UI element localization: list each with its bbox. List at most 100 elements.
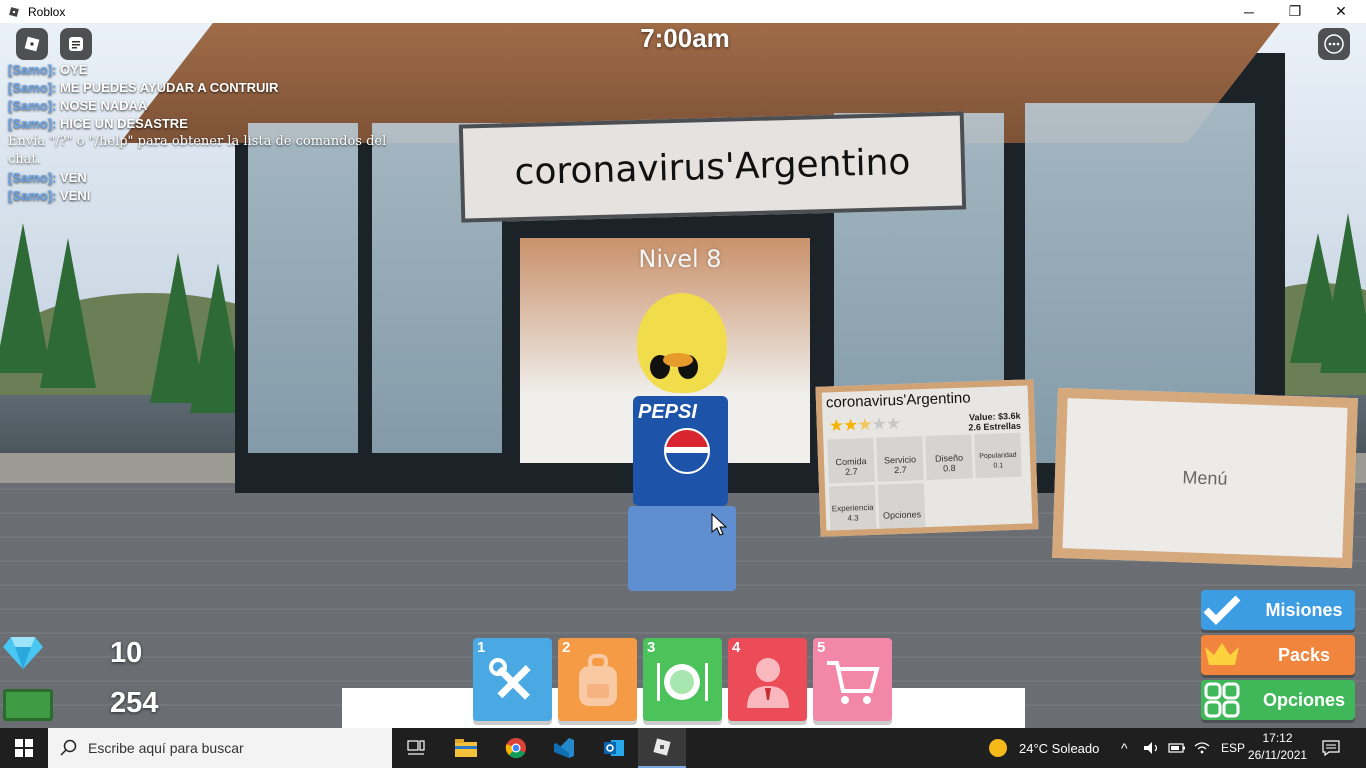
cart-icon	[825, 654, 880, 709]
star-icon: ★	[856, 414, 872, 435]
grid-icon	[1203, 681, 1241, 719]
notifications-button[interactable]	[1322, 728, 1340, 768]
outlook-button[interactable]	[590, 728, 638, 768]
sun-icon	[989, 739, 1007, 757]
minimize-button[interactable]: ─	[1226, 0, 1272, 23]
notification-icon	[1322, 740, 1340, 756]
hotbar-slot-5[interactable]: 5	[813, 638, 892, 721]
stat-value: 0.8	[942, 463, 956, 474]
chat-system-message: Envía "/?" o "/help" para obtener la lis…	[8, 134, 387, 167]
cash-count: 254	[110, 687, 159, 719]
chevron-up-icon: ^	[1121, 740, 1128, 756]
stat-comida[interactable]: Comida 2.7	[827, 437, 875, 484]
stat-experiencia[interactable]: Experiencia 4.3	[828, 484, 877, 531]
roblox-logo-icon	[24, 36, 40, 52]
chat-username[interactable]: [Samo]:	[8, 170, 56, 185]
restaurant-sign-text: coronavirus'Argentino	[514, 141, 911, 193]
chrome-button[interactable]	[492, 728, 540, 768]
stat-popularidad[interactable]: Popularidad 0.1	[974, 432, 1022, 479]
chat-username[interactable]: [Samo]:	[8, 80, 56, 95]
restaurant-rating-board[interactable]: coronavirus'Argentino ★★★★★ Value: $3.6k…	[815, 379, 1039, 537]
board-options-label: Opciones	[882, 509, 922, 521]
rating-stars: ★★★★★	[828, 414, 900, 436]
hotbar-slot-1[interactable]: 1	[473, 638, 552, 721]
chrome-icon	[505, 738, 526, 759]
tools-icon	[485, 654, 540, 709]
network-button[interactable]	[1194, 728, 1210, 768]
menu-board[interactable]: Menú	[1052, 387, 1358, 569]
more-options-button[interactable]	[1318, 28, 1350, 60]
board-options-button[interactable]: Opciones	[877, 483, 926, 529]
hotbar-slot-3[interactable]: 3	[643, 638, 722, 721]
chat-username[interactable]: [Samo]:	[8, 116, 56, 131]
start-button[interactable]	[0, 728, 48, 768]
show-hidden-icons-button[interactable]: ^	[1121, 728, 1128, 768]
battery-button[interactable]	[1168, 728, 1186, 768]
chat-message: [Samo]: VEN	[8, 169, 408, 187]
stat-value: 2.7	[893, 464, 907, 476]
staff-icon	[740, 654, 795, 709]
taskbar-time: 17:12	[1262, 731, 1293, 745]
task-view-button[interactable]	[392, 728, 440, 768]
plate-icon	[655, 654, 710, 709]
chat-username[interactable]: [Samo]:	[8, 98, 56, 113]
tree	[1320, 213, 1366, 373]
star-icon: ★★	[871, 413, 901, 434]
restaurant-sign: coronavirus'Argentino	[458, 111, 967, 223]
chat-username[interactable]: [Samo]:	[8, 62, 56, 77]
backpack-icon	[570, 654, 625, 709]
board-title: coronavirus'Argentino	[825, 389, 971, 412]
chat-text: ME PUEDES AYUDAR A CONTRUIR	[60, 80, 279, 95]
hotbar-slot-4[interactable]: 4	[728, 638, 807, 721]
window-title: Roblox	[28, 4, 66, 19]
maximize-button[interactable]: ❐	[1272, 0, 1318, 23]
windows-logo-icon	[15, 739, 33, 757]
chat-text: OYE	[60, 62, 88, 77]
chat-text: VENI	[60, 188, 91, 203]
file-explorer-button[interactable]	[442, 728, 490, 768]
pepsi-globe-icon	[664, 428, 710, 474]
game-clock: 7:00am	[640, 23, 730, 53]
stat-servicio[interactable]: Servicio 2.7	[876, 436, 924, 482]
chat-message: [Samo]: VENI	[8, 187, 408, 205]
vscode-button[interactable]	[540, 728, 588, 768]
game-viewport[interactable]: coronavirus'Argentino Nivel 8 PEPSI coro…	[0, 23, 1366, 728]
chat-text: NOSE NADAA	[60, 98, 148, 113]
weather-text: 24°C Soleado	[1019, 740, 1100, 756]
stat-diseno[interactable]: Diseño 0.8	[925, 434, 973, 481]
task-view-icon	[407, 740, 425, 755]
vscode-icon	[554, 738, 574, 758]
star-icon: ★★	[828, 415, 858, 436]
input-language-button[interactable]: ESP	[1221, 728, 1245, 768]
gem-count: 10	[110, 637, 143, 669]
roblox-menu-button[interactable]	[16, 28, 48, 60]
missions-button[interactable]: Misiones	[1201, 590, 1355, 630]
taskbar-clock[interactable]: 17:12 26/11/2021	[1245, 730, 1310, 764]
options-label: Opciones	[1262, 689, 1346, 710]
roblox-taskbar-button[interactable]	[638, 728, 686, 768]
chat-toggle-button[interactable]	[60, 28, 92, 60]
stat-value: 4.3	[847, 513, 859, 523]
chat-message: [Samo]: ME PUEDES AYUDAR A CONTRUIR	[8, 79, 408, 97]
options-button[interactable]: Opciones	[1201, 680, 1355, 720]
taskbar-search-box[interactable]: Escribe aquí para buscar	[48, 728, 392, 768]
packs-button[interactable]: Packs	[1201, 635, 1355, 675]
chat-message: [Samo]: OYE	[8, 61, 408, 79]
player-avatar-head[interactable]	[637, 293, 727, 393]
cash-icon	[3, 689, 53, 721]
weather-widget[interactable]: 24°C Soleado	[988, 728, 1099, 768]
checkmark-icon	[1203, 591, 1241, 629]
close-button[interactable]: ✕	[1318, 0, 1364, 23]
chat-username[interactable]: [Samo]:	[8, 188, 56, 203]
missions-label: Misiones	[1265, 599, 1343, 620]
chat-message: [Samo]: HICE UN DESASTRE	[8, 115, 408, 133]
board-value: Value: $3.6k 2.6 Estrellas	[968, 411, 1021, 433]
volume-button[interactable]	[1143, 728, 1161, 768]
pepsi-shirt-logo: PEPSI	[638, 401, 697, 423]
taskbar-date: 26/11/2021	[1247, 748, 1308, 762]
packs-label: Packs	[1277, 644, 1331, 665]
hotbar-slot-2[interactable]: 2	[558, 638, 637, 721]
search-icon	[60, 739, 77, 756]
ellipsis-icon	[1324, 34, 1344, 54]
crown-icon	[1203, 636, 1241, 674]
